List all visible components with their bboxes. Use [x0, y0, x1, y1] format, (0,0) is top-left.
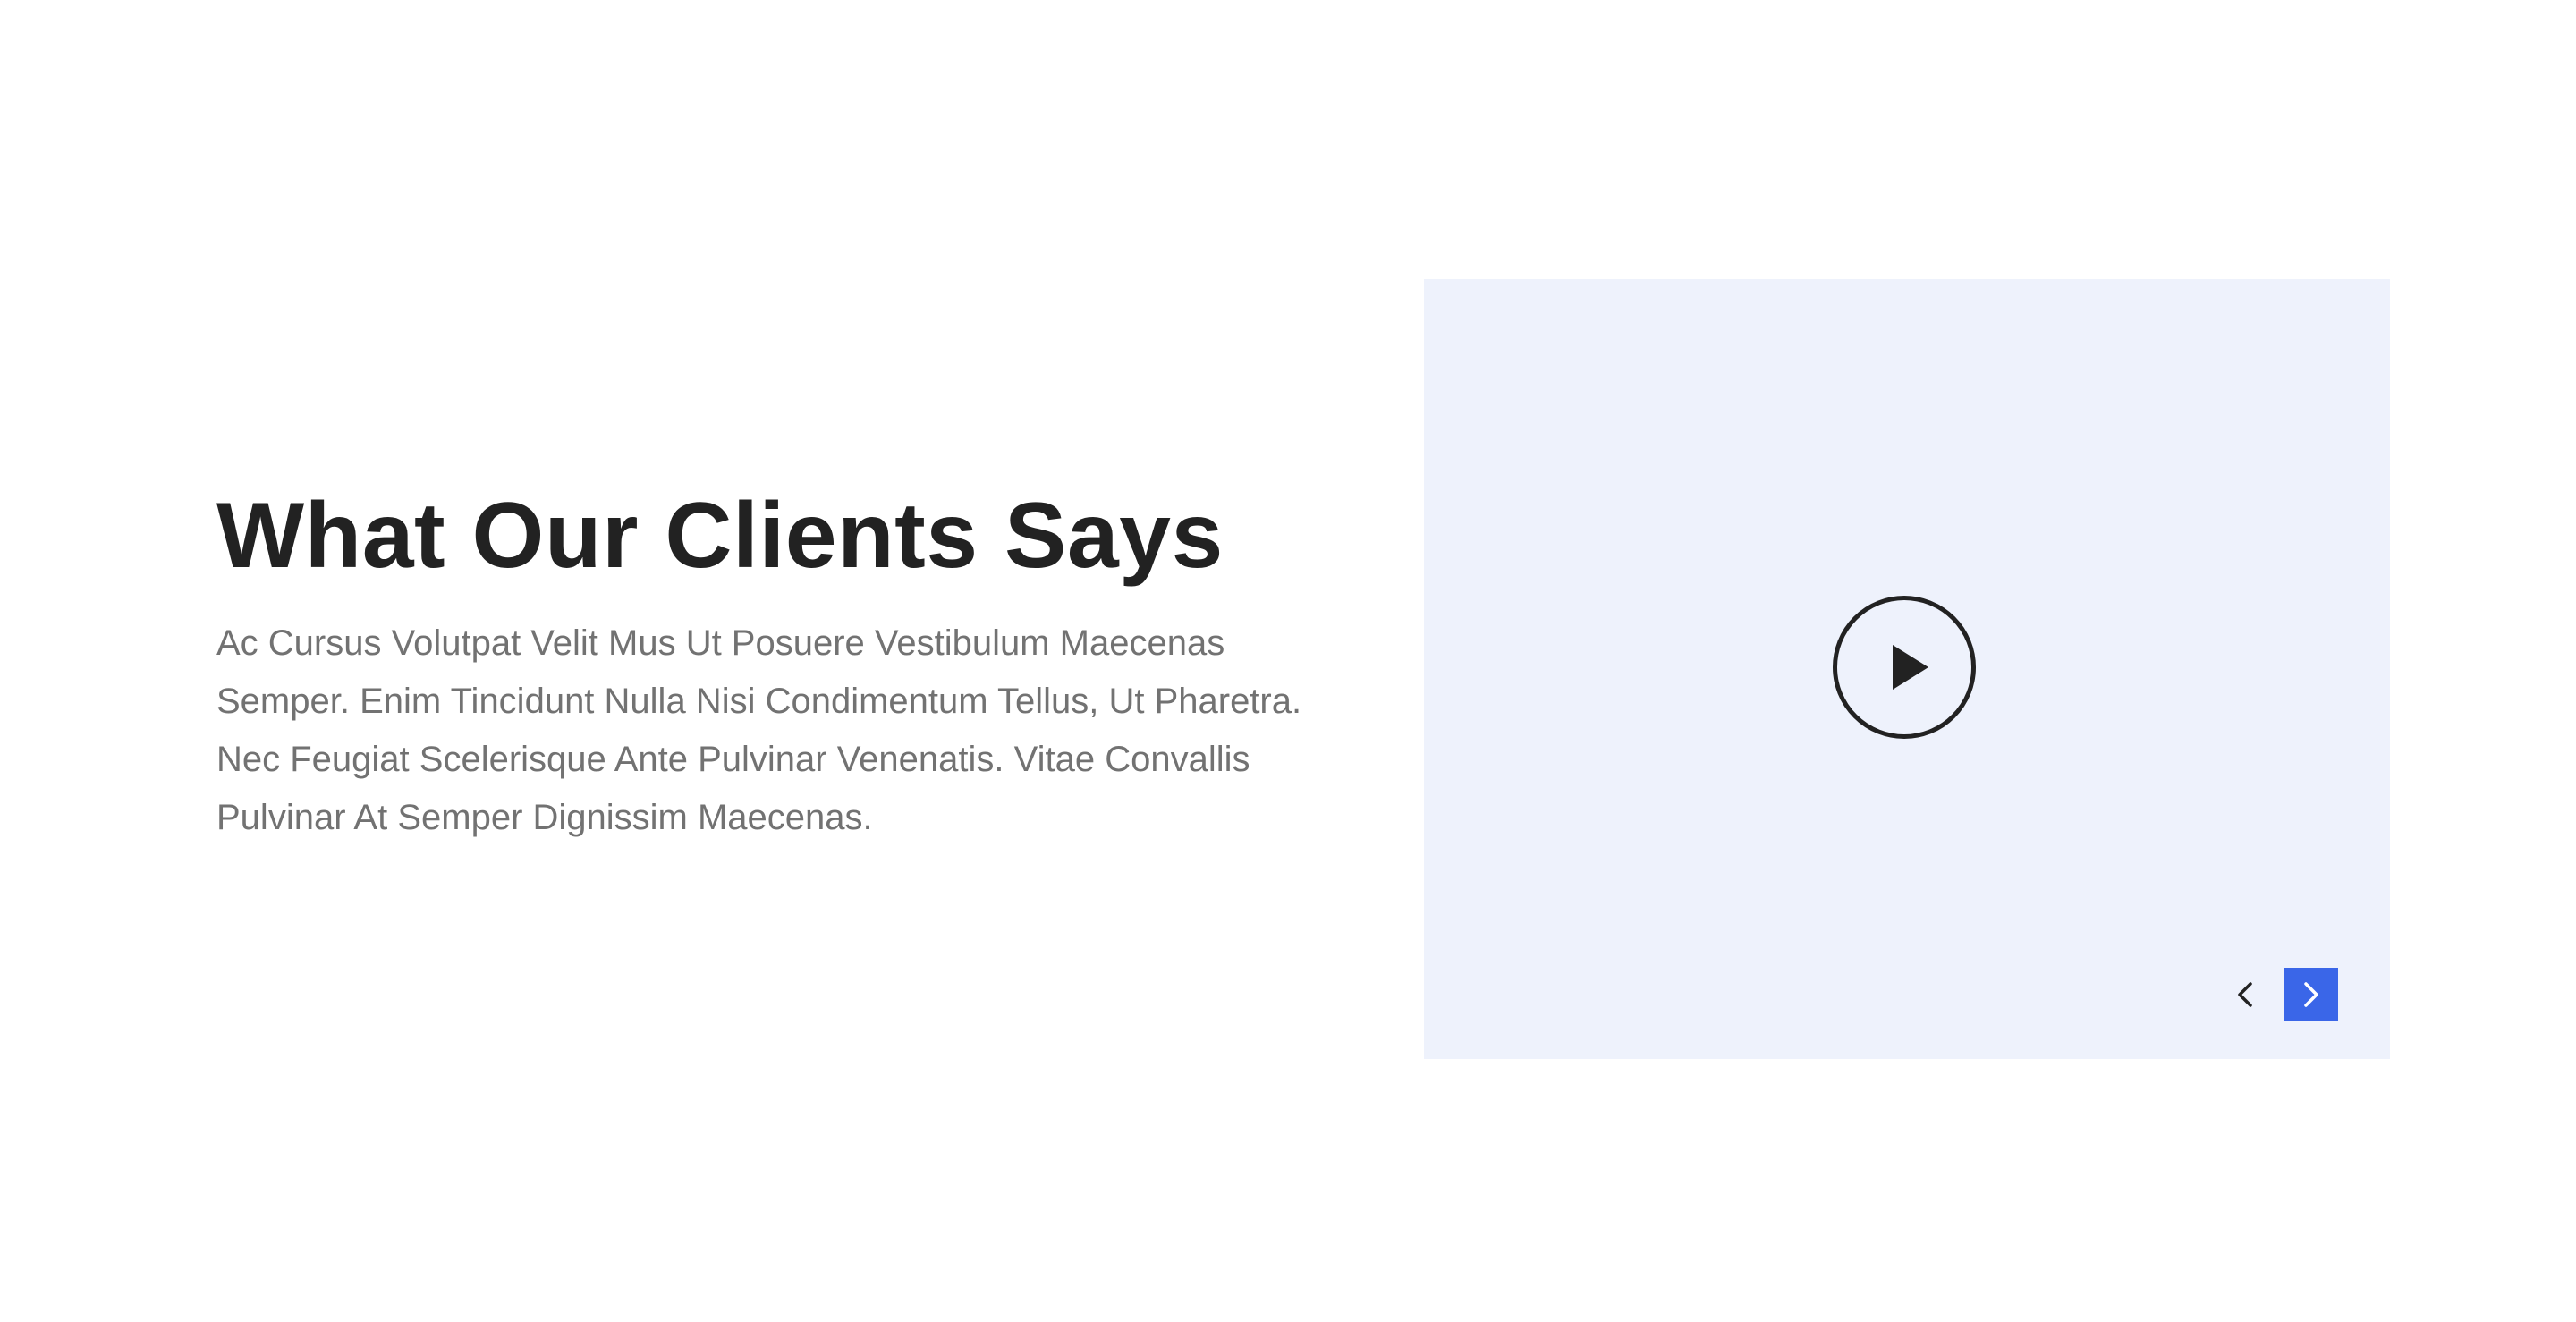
previous-slide-button[interactable]	[2218, 968, 2272, 1021]
section-heading: What Our Clients Says	[216, 484, 1224, 588]
play-button[interactable]	[1833, 596, 1976, 739]
chevron-right-icon	[2304, 982, 2318, 1007]
video-card	[1424, 279, 2390, 1059]
section-description: Ac Cursus Volutpat Velit Mus Ut Posuere …	[216, 623, 1302, 837]
testimonials-section: What Our Clients Says Ac Cursus Volutpat…	[0, 0, 2576, 1322]
play-icon	[1893, 645, 1928, 690]
next-slide-button[interactable]	[2284, 968, 2338, 1021]
chevron-left-icon	[2238, 982, 2252, 1007]
testimonials-text-column: What Our Clients Says Ac Cursus Volutpat…	[216, 479, 1335, 847]
